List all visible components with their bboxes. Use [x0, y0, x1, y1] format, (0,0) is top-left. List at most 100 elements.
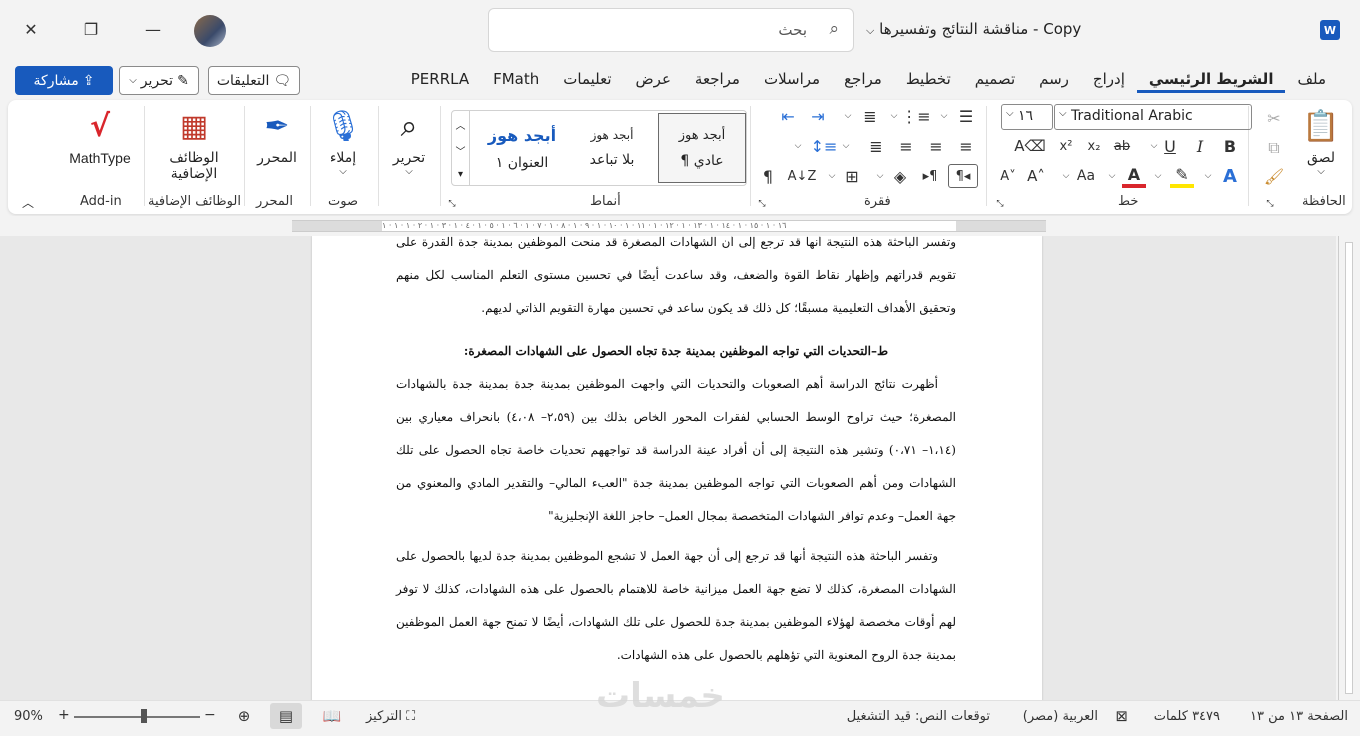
read-mode-icon[interactable]: 📖	[316, 703, 348, 729]
style-normal[interactable]: أبجد هوز ¶ عادي	[658, 113, 746, 183]
chevron-down-icon[interactable]: ⌵	[1100, 164, 1124, 188]
close-icon[interactable]: ✕	[16, 14, 46, 44]
italic-icon[interactable]: I	[1188, 134, 1212, 158]
word-count[interactable]: ٣٤٧٩ كلمات	[1154, 709, 1220, 724]
chevron-down-icon[interactable]: ⌵	[1054, 164, 1078, 188]
comments-button[interactable]: التعليقات 🗨	[208, 66, 300, 95]
chevron-down-icon[interactable]: ⌵	[786, 134, 810, 158]
font-size-select[interactable]: ⌵ ١٦	[1001, 104, 1053, 130]
restore-icon[interactable]: ❐	[76, 14, 106, 44]
chevron-down-icon[interactable]: ⌵	[868, 164, 892, 188]
gallery-scroll[interactable]: ︿ ﹀ ▾	[452, 111, 470, 185]
highlight-icon[interactable]: ✎	[1170, 164, 1194, 188]
tab-fmath[interactable]: FMath	[481, 70, 551, 93]
copy-icon[interactable]: ⧉	[1262, 136, 1286, 160]
multilevel-list-icon[interactable]: ≣	[858, 104, 882, 128]
bullets-icon[interactable]: ☰	[954, 104, 978, 128]
justify-icon[interactable]: ≣	[864, 134, 888, 158]
font-color-icon[interactable]: A	[1122, 164, 1146, 188]
font-name-select[interactable]: ⌵ Traditional Arabic	[1054, 104, 1252, 130]
zoom-out-icon[interactable]: −	[204, 707, 216, 723]
clipboard-launcher-icon[interactable]: ⤡	[1258, 192, 1282, 216]
zoom-slider-thumb[interactable]	[141, 709, 147, 723]
tab-review[interactable]: مراجعة	[683, 70, 752, 93]
sort-icon[interactable]: A↓Z	[788, 164, 817, 188]
avatar[interactable]	[194, 15, 226, 47]
tab-references[interactable]: مراجع	[832, 70, 894, 93]
proofing-icon[interactable]: ⊠	[1115, 707, 1128, 725]
zoom-in-icon[interactable]: +	[58, 707, 70, 723]
bold-icon[interactable]: B	[1218, 134, 1242, 158]
font-launcher-icon[interactable]: ⤡	[988, 192, 1012, 216]
ltr-direction-icon[interactable]: ▸¶	[918, 164, 942, 188]
tab-view[interactable]: عرض	[624, 70, 683, 93]
chevron-down-icon[interactable]: ⌵	[1146, 164, 1170, 188]
paragraph[interactable]: وتفسر الباحثة هذه النتيجة أنها قد ترجع إ…	[396, 540, 956, 672]
decrease-indent-icon[interactable]: ⇤	[776, 104, 800, 128]
minimize-icon[interactable]: —	[138, 14, 168, 44]
language-status[interactable]: العربية (مصر)	[1023, 709, 1098, 724]
more-styles-icon[interactable]: ▾	[458, 169, 463, 180]
collapse-ribbon-icon[interactable]: ︿	[16, 190, 40, 214]
tab-layout[interactable]: تخطيط	[894, 70, 963, 93]
chevron-down-icon[interactable]: ⌵	[1196, 164, 1220, 188]
tab-design[interactable]: تصميم	[963, 70, 1027, 93]
line-spacing-icon[interactable]: ↕≡	[811, 134, 838, 158]
search-input[interactable]: بحث ⌕	[488, 8, 854, 52]
editing-mode-button[interactable]: ⌵ تحرير ✎	[119, 66, 199, 95]
format-painter-icon[interactable]: 🖌	[1262, 164, 1286, 188]
editing-button[interactable]: ⌕ تحرير ⌵	[384, 106, 434, 178]
dictate-button[interactable]: 🎙 إملاء ⌵	[318, 106, 368, 178]
mathtype-button[interactable]: √ MathType	[64, 106, 136, 167]
addins-button[interactable]: ▦ الوظائف الإضافية	[158, 106, 230, 183]
chevron-down-icon[interactable]: ⌵	[834, 134, 858, 158]
tab-file[interactable]: ملف	[1285, 70, 1338, 93]
paragraph[interactable]: وتفسر الباحثة هذه النتيجة أنها قد ترجع إ…	[396, 236, 956, 325]
paragraph-launcher-icon[interactable]: ⤡	[750, 192, 774, 216]
web-layout-icon[interactable]: ⊕	[228, 703, 260, 729]
section-heading[interactable]: ط–التحديات التي تواجه الموظفين بمدينة جد…	[396, 335, 956, 368]
tab-perrla[interactable]: PERRLA	[399, 70, 481, 93]
tab-mailings[interactable]: مراسلات	[752, 70, 832, 93]
show-marks-icon[interactable]: ¶	[756, 164, 780, 188]
align-center-icon[interactable]: ≡	[924, 134, 948, 158]
chevron-up-icon[interactable]: ︿	[456, 117, 466, 132]
chevron-down-icon[interactable]: ⌵	[1142, 134, 1166, 158]
styles-launcher-icon[interactable]: ⤡	[440, 192, 464, 216]
cut-icon[interactable]: ✂	[1262, 106, 1286, 130]
zoom-slider[interactable]	[74, 716, 200, 718]
chevron-down-icon[interactable]: ⌵	[836, 104, 860, 128]
chevron-down-icon[interactable]: ﹀	[456, 143, 466, 158]
style-heading-1[interactable]: أبجد هوز العنوان ١	[478, 113, 566, 183]
increase-indent-icon[interactable]: ⇥	[806, 104, 830, 128]
text-effects-icon[interactable]: A	[1218, 164, 1242, 188]
strikethrough-icon[interactable]: ab	[1110, 134, 1134, 158]
chevron-down-icon[interactable]: ⌵	[932, 104, 956, 128]
document-page[interactable]: وتفسر الباحثة هذه النتيجة أنها قد ترجع إ…	[312, 236, 1042, 700]
numbering-icon[interactable]: ⋮≡	[901, 104, 930, 128]
subscript-icon[interactable]: x₂	[1082, 134, 1106, 158]
focus-button[interactable]: التركيز ⛶	[366, 709, 415, 724]
clear-formatting-icon[interactable]: A⌫	[1014, 134, 1045, 158]
zoom-level[interactable]: 90%	[14, 709, 43, 724]
grow-font-icon[interactable]: A˄	[1024, 164, 1048, 188]
style-no-spacing[interactable]: أبجد هوز بلا تباعد	[568, 113, 656, 183]
tab-help[interactable]: تعليمات	[551, 70, 623, 93]
tab-home[interactable]: الشريط الرئيسي	[1136, 70, 1286, 93]
align-left-icon[interactable]: ≡	[894, 134, 918, 158]
paste-button[interactable]: 📋 لصق ⌵	[1296, 106, 1346, 178]
page-count[interactable]: الصفحة ١٣ من ١٣	[1250, 709, 1348, 724]
paragraph[interactable]: أظهرت نتائج الدراسة أهم الصعوبات والتحدي…	[396, 368, 956, 533]
shrink-font-icon[interactable]: A˅	[996, 164, 1020, 188]
tab-draw[interactable]: رسم	[1027, 70, 1081, 93]
rtl-direction-icon[interactable]: ¶◂	[948, 164, 978, 188]
superscript-icon[interactable]: x²	[1054, 134, 1078, 158]
ruler-bar[interactable]: ١٦ · ١ · ١٥ · ١ · ١٤ · ١ · ١٣ · ١ · ١٢ ·…	[382, 220, 956, 232]
chevron-down-icon[interactable]: ⌵	[820, 164, 844, 188]
print-layout-icon[interactable]: ▤	[270, 703, 302, 729]
align-right-icon[interactable]: ≡	[954, 134, 978, 158]
tab-insert[interactable]: إدراج	[1081, 70, 1137, 93]
text-predictions-status[interactable]: توقعات النص: قيد التشغيل	[847, 709, 990, 724]
document-title[interactable]: ⌵ مناقشة النتائج وتفسيرها - Copy	[866, 20, 1081, 38]
editor-button[interactable]: ✒ المحرر	[252, 106, 302, 167]
